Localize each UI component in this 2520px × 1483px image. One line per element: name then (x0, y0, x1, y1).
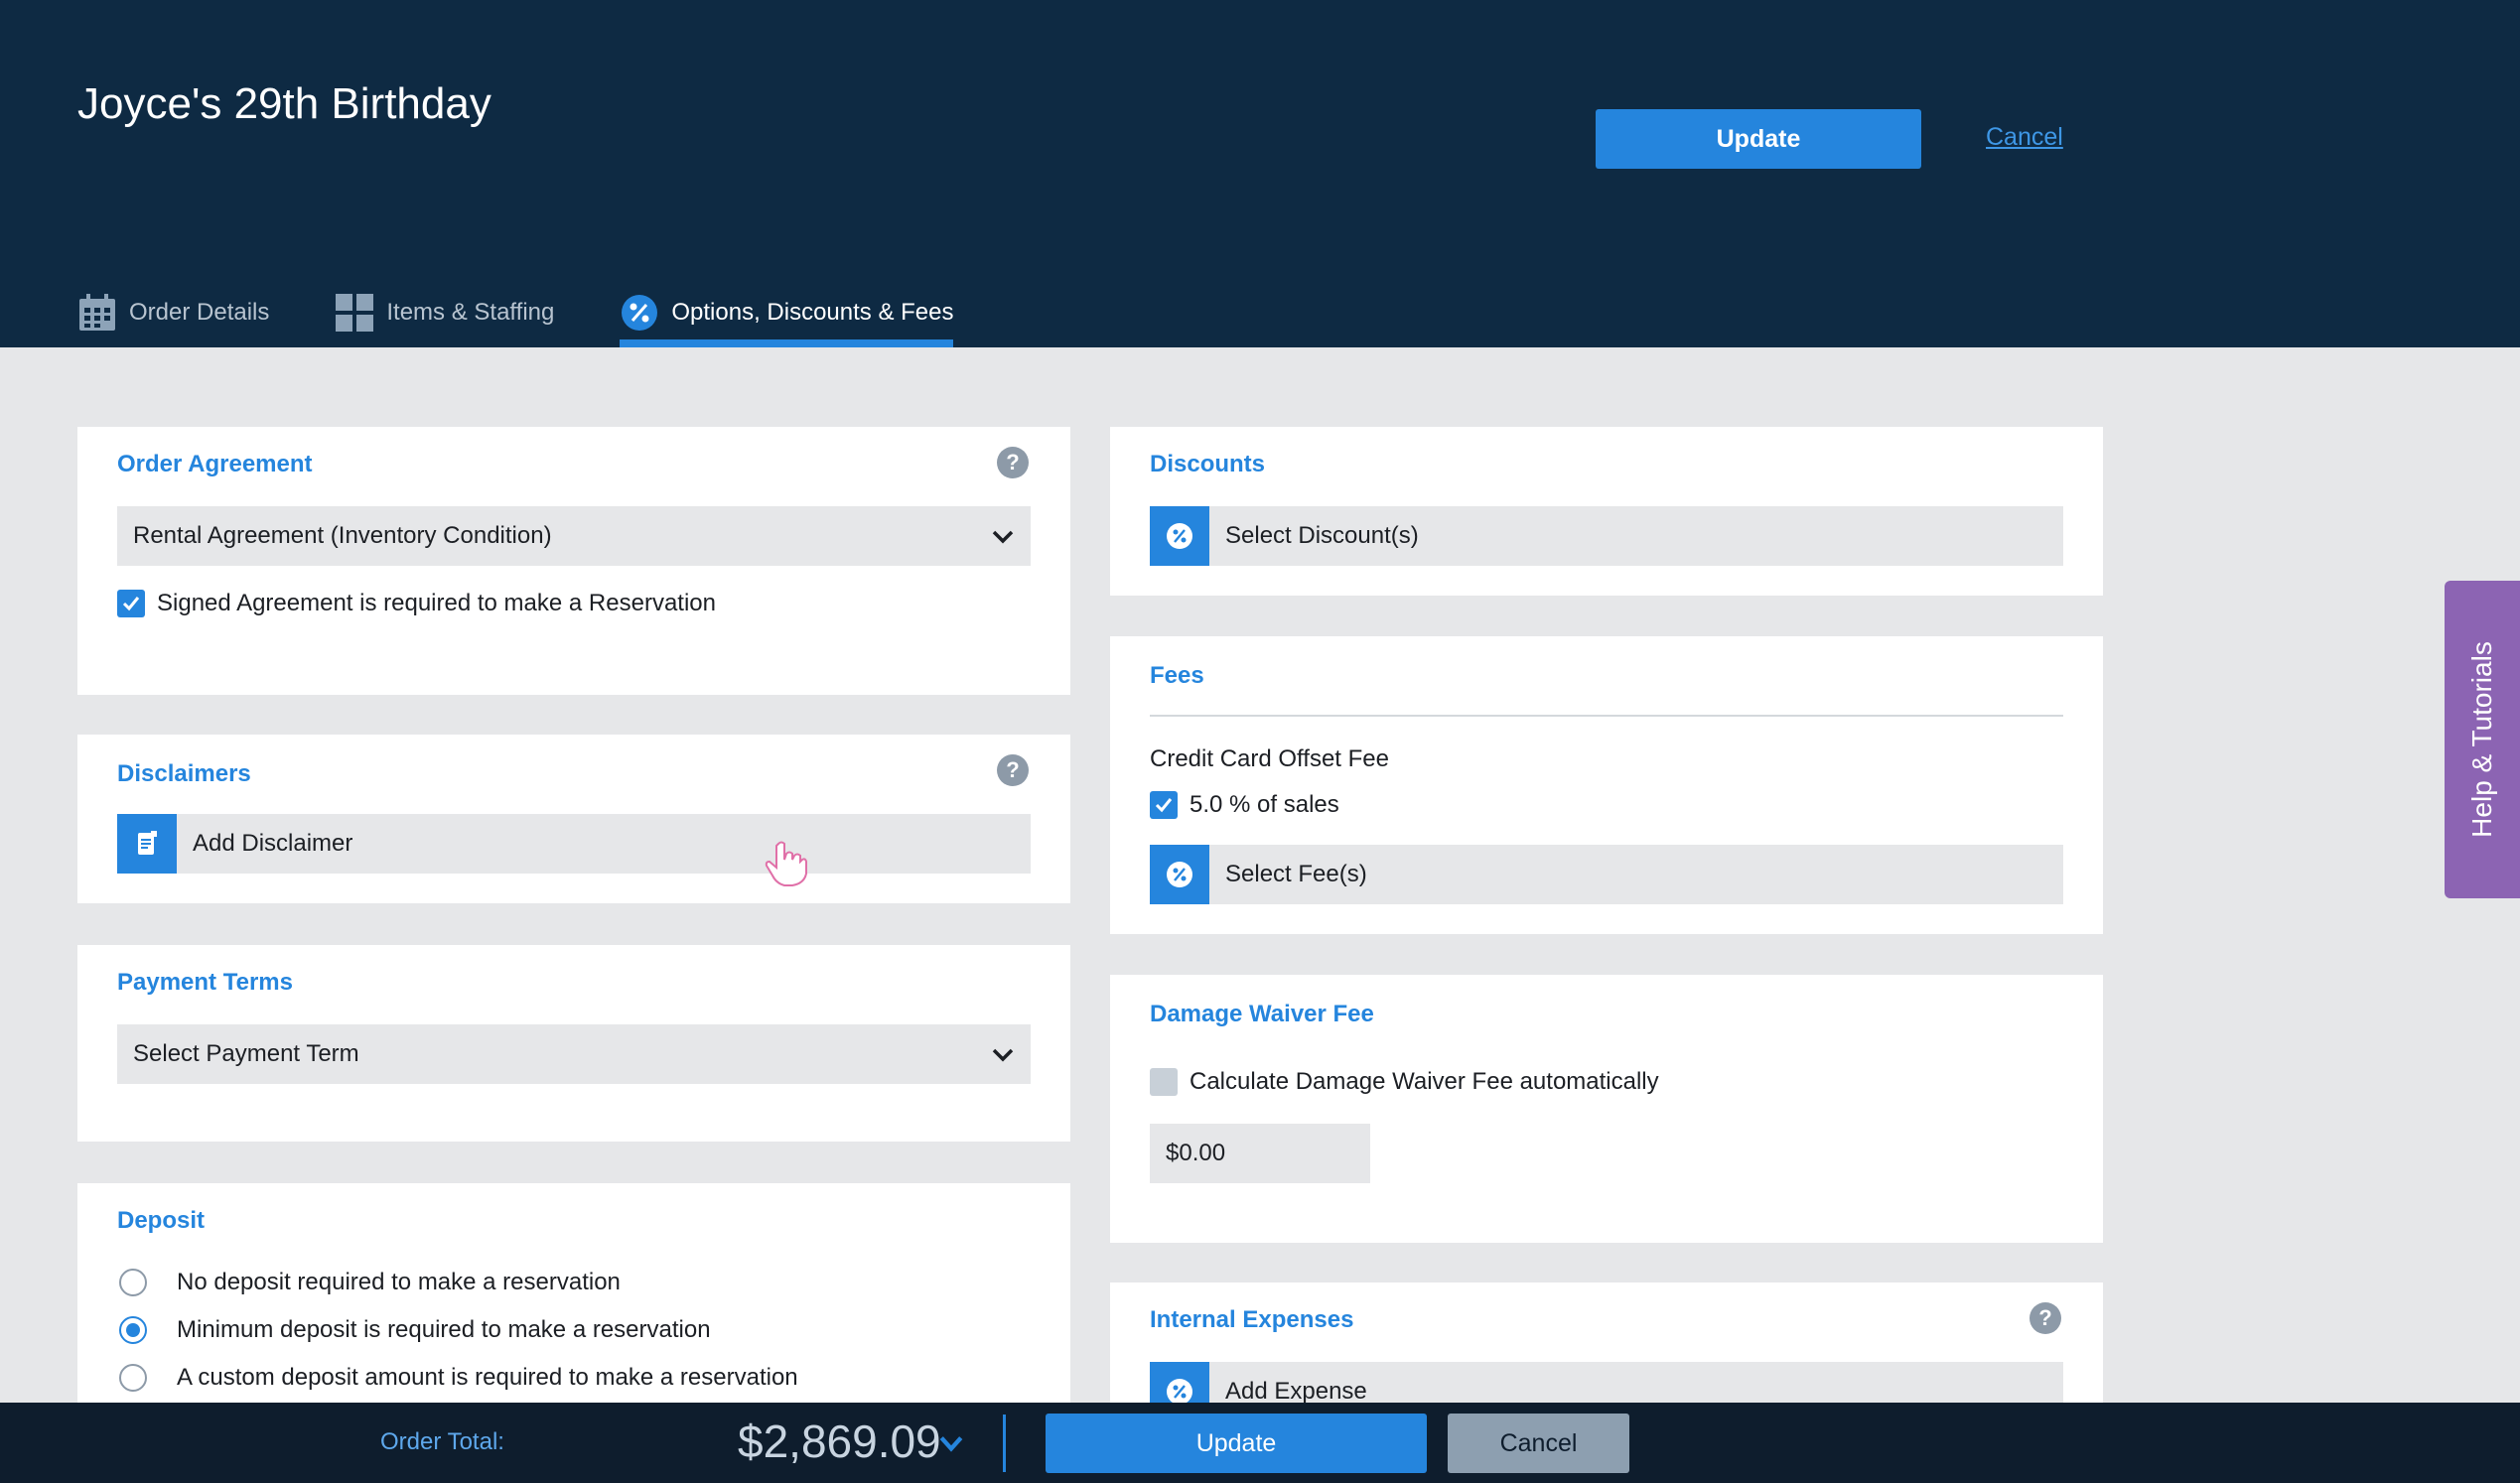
deposit-option-minimum[interactable]: Minimum deposit is required to make a re… (119, 1316, 711, 1344)
check-icon (122, 597, 140, 611)
payment-term-select[interactable]: Select Payment Term (117, 1024, 1031, 1084)
damage-waiver-amount-input[interactable]: $0.00 (1150, 1124, 1370, 1183)
payment-terms-card: Payment Terms Select Payment Term (77, 945, 1070, 1142)
fee-name: Credit Card Offset Fee (1150, 745, 1389, 772)
internal-expenses-card: Internal Expenses ? Add Expense (1110, 1282, 2103, 1403)
chevron-down-icon (992, 530, 1014, 544)
chevron-down-icon (992, 1048, 1014, 1062)
radio-label: No deposit required to make a reservatio… (177, 1269, 621, 1295)
footer-bar: Order Total: $2,869.09 Update Cancel (0, 1403, 2520, 1483)
order-agreement-title: Order Agreement (117, 451, 313, 477)
add-disclaimer-button[interactable]: Add Disclaimer (117, 814, 1031, 874)
radio-button[interactable] (119, 1269, 147, 1296)
deposit-option-none[interactable]: No deposit required to make a reservatio… (119, 1269, 621, 1296)
select-fees-label: Select Fee(s) (1225, 861, 1367, 887)
help-icon[interactable]: ? (997, 447, 1029, 478)
chevron-down-icon[interactable] (938, 1430, 964, 1456)
discounts-title: Discounts (1150, 451, 1266, 477)
deposit-title: Deposit (117, 1207, 206, 1234)
payment-terms-title: Payment Terms (117, 969, 293, 996)
tab-bar: Order Details Items & Staffing Options, … (77, 278, 1019, 347)
calendar-icon (77, 293, 117, 333)
hand-cursor-icon (765, 841, 807, 886)
document-icon (117, 814, 177, 874)
damage-waiver-checkbox[interactable] (1150, 1068, 1178, 1096)
help-tutorials-label: Help & Tutorials (2466, 641, 2498, 838)
header-update-button[interactable]: Update (1596, 109, 1921, 169)
damage-waiver-title: Damage Waiver Fee (1150, 1001, 1374, 1027)
deposit-option-custom[interactable]: A custom deposit amount is required to m… (119, 1364, 798, 1392)
order-agreement-card: Order Agreement ? Rental Agreement (Inve… (77, 427, 1070, 695)
percent-badge-icon (1150, 506, 1209, 566)
percent-badge-icon (1150, 1362, 1209, 1403)
radio-button[interactable] (119, 1316, 147, 1344)
damage-waiver-card: Damage Waiver Fee Calculate Damage Waive… (1110, 975, 2103, 1243)
tab-items-staffing[interactable]: Items & Staffing (335, 278, 554, 347)
internal-expenses-title: Internal Expenses (1150, 1306, 1354, 1333)
checkbox-label: Signed Agreement is required to make a R… (157, 590, 716, 616)
disclaimers-card: Disclaimers ? Add Disclaimer (77, 735, 1070, 903)
select-value: Rental Agreement (Inventory Condition) (133, 522, 552, 549)
select-discounts-button[interactable]: Select Discount(s) (1150, 506, 2063, 566)
footer-divider (1003, 1415, 1006, 1472)
tab-label: Order Details (129, 299, 270, 326)
disclaimers-title: Disclaimers (117, 760, 251, 787)
tab-order-details[interactable]: Order Details (77, 278, 269, 347)
tab-label: Items & Staffing (386, 299, 555, 326)
discounts-card: Discounts Select Discount(s) (1110, 427, 2103, 596)
page-header: Joyce's 29th Birthday Update Cancel Orde… (0, 0, 2520, 347)
radio-label: Minimum deposit is required to make a re… (177, 1316, 711, 1343)
order-agreement-select[interactable]: Rental Agreement (Inventory Condition) (117, 506, 1031, 566)
add-expense-button[interactable]: Add Expense (1150, 1362, 2063, 1403)
order-total-label: Order Total: (380, 1428, 504, 1455)
signed-agreement-checkbox[interactable] (117, 590, 145, 617)
select-value: Select Payment Term (133, 1040, 359, 1067)
deposit-card: Deposit No deposit required to make a re… (77, 1183, 1070, 1403)
add-expense-label: Add Expense (1225, 1378, 1367, 1403)
amount-value: $0.00 (1166, 1140, 1226, 1166)
radio-label: A custom deposit amount is required to m… (177, 1364, 798, 1391)
checkbox-label: Calculate Damage Waiver Fee automaticall… (1190, 1068, 1659, 1095)
check-icon (1155, 798, 1173, 813)
percent-badge-icon (620, 293, 659, 333)
fees-title: Fees (1150, 662, 1204, 689)
order-total-value[interactable]: $2,869.09 (738, 1415, 941, 1468)
signed-agreement-checkbox-row[interactable]: Signed Agreement is required to make a R… (117, 590, 716, 617)
help-icon[interactable]: ? (997, 754, 1029, 786)
fee-percentage-checkbox-row[interactable]: 5.0 % of sales (1150, 791, 1339, 819)
tab-label: Options, Discounts & Fees (671, 299, 954, 326)
footer-cancel-button[interactable]: Cancel (1448, 1414, 1629, 1473)
percent-badge-icon (1150, 845, 1209, 904)
help-icon[interactable]: ? (2030, 1302, 2061, 1334)
fee-checkbox[interactable] (1150, 791, 1178, 819)
add-disclaimer-label: Add Disclaimer (193, 830, 353, 857)
page-title: Joyce's 29th Birthday (77, 79, 491, 128)
select-discounts-label: Select Discount(s) (1225, 522, 1419, 549)
footer-update-button[interactable]: Update (1046, 1414, 1427, 1473)
fees-divider (1150, 715, 2063, 717)
fees-card: Fees Credit Card Offset Fee 5.0 % of sal… (1110, 636, 2103, 934)
header-cancel-link[interactable]: Cancel (1986, 123, 2063, 152)
radio-button[interactable] (119, 1364, 147, 1392)
tab-options-discounts-fees[interactable]: Options, Discounts & Fees (620, 278, 954, 347)
select-fees-button[interactable]: Select Fee(s) (1150, 845, 2063, 904)
checkbox-label: 5.0 % of sales (1190, 791, 1339, 818)
grid-icon (335, 293, 374, 333)
damage-waiver-checkbox-row[interactable]: Calculate Damage Waiver Fee automaticall… (1150, 1068, 1659, 1096)
help-tutorials-tab[interactable]: Help & Tutorials (2445, 581, 2520, 898)
